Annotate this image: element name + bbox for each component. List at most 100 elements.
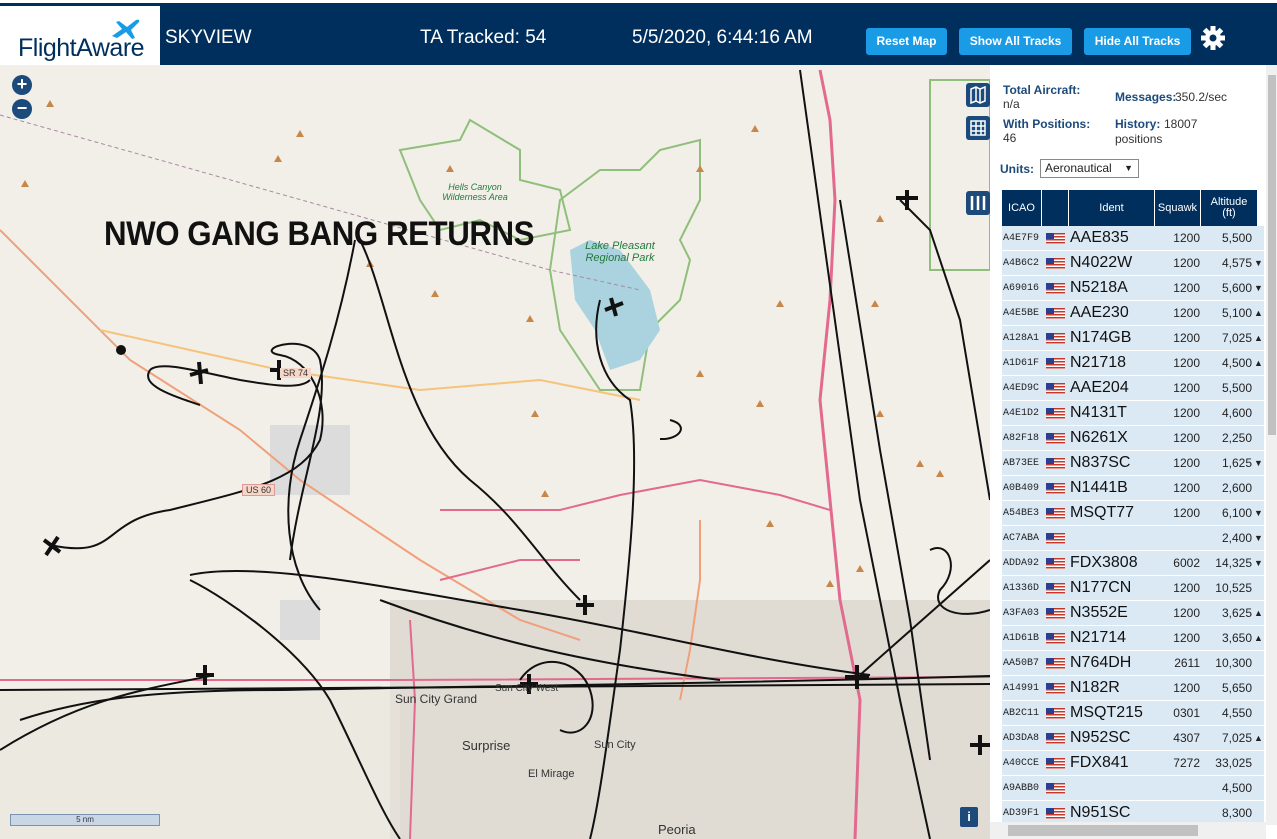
row-flag: [1042, 607, 1070, 619]
row-ident: N5218A: [1070, 279, 1128, 296]
reset-map-button[interactable]: Reset Map: [866, 28, 947, 55]
table-row[interactable]: A54BE3 MSQT77 1200 6,100 ▼: [1002, 501, 1264, 526]
table-row[interactable]: A1336D N177CN 1200 10,525: [1002, 576, 1264, 601]
table-row[interactable]: A9ABB0 4,500: [1002, 776, 1264, 801]
units-label: Units:: [1000, 162, 1034, 176]
row-altitude: 2,600: [1221, 481, 1252, 495]
row-ident: N4022W: [1070, 254, 1133, 271]
table-row[interactable]: A4E5BE AAE230 1200 5,100 ▲: [1002, 301, 1264, 326]
row-icao: AD39F1: [1003, 807, 1040, 819]
row-flag: [1042, 557, 1070, 569]
map-label-sr74: SR 74: [280, 368, 312, 378]
table-row[interactable]: AA50B7 N764DH 2611 10,300: [1002, 651, 1264, 676]
row-flag: [1042, 407, 1070, 419]
row-flag: [1042, 332, 1070, 344]
col-squawk[interactable]: Squawk: [1155, 190, 1201, 226]
columns-toggle-button[interactable]: [966, 191, 990, 215]
row-squawk: 1200: [1173, 581, 1200, 595]
grid-icon: [970, 120, 986, 136]
row-altitude: 5,600: [1221, 281, 1252, 295]
panel-vertical-scroll-thumb[interactable]: [1268, 75, 1276, 435]
table-row[interactable]: AB2C11 MSQT215 0301 4,550: [1002, 701, 1264, 726]
history-value: 18007 positions: [1115, 117, 1198, 146]
row-icao: AA50B7: [1003, 657, 1040, 669]
row-icao: A54BE3: [1003, 507, 1040, 519]
row-climb-indicator: ▲: [1254, 333, 1263, 343]
row-altitude: 6,100: [1221, 506, 1252, 520]
table-row[interactable]: AD3DA8 N952SC 4307 7,025 ▲: [1002, 726, 1264, 751]
row-icao: A1336D: [1003, 582, 1040, 594]
table-row[interactable]: A4ED9C AAE204 1200 5,500: [1002, 376, 1264, 401]
table-row[interactable]: AB73EE N837SC 1200 1,625 ▼: [1002, 451, 1264, 476]
table-row[interactable]: A3FA03 N3552E 1200 3,625 ▲: [1002, 601, 1264, 626]
row-altitude: 3,650: [1221, 631, 1252, 645]
table-row[interactable]: A82F18 N6261X 1200 2,250: [1002, 426, 1264, 451]
us-flag-icon: [1046, 382, 1065, 394]
col-icao[interactable]: ICAO: [1002, 190, 1042, 226]
row-altitude: 10,525: [1215, 581, 1252, 595]
row-squawk: 0301: [1173, 706, 1200, 720]
flight-map[interactable]: NWO GANG BANG RETURNS + − Hells Canyon W…: [0, 65, 990, 839]
table-row[interactable]: A1D61B N21714 1200 3,650 ▲: [1002, 626, 1264, 651]
col-ident[interactable]: Ident: [1069, 190, 1155, 226]
table-row[interactable]: ADDA92 FDX3808 6002 14,325 ▼: [1002, 551, 1264, 576]
us-flag-icon: [1046, 282, 1065, 294]
row-icao: A14991: [1003, 682, 1040, 694]
flightaware-logo[interactable]: FlightAware: [0, 6, 160, 68]
gear-icon[interactable]: [1200, 25, 1226, 51]
row-altitude: 2,250: [1221, 431, 1252, 445]
table-row[interactable]: A14991 N182R 1200 5,650: [1002, 676, 1264, 701]
map-layers-button[interactable]: [966, 83, 990, 107]
us-flag-icon: [1046, 507, 1065, 519]
skyview-app: FlightAware SKYVIEW TA Tracked: 54 5/5/2…: [0, 0, 1277, 839]
zoom-out-button[interactable]: −: [12, 99, 32, 119]
us-flag-icon: [1046, 482, 1065, 494]
row-climb-indicator: ▼: [1254, 283, 1263, 293]
row-flag: [1042, 707, 1070, 719]
table-row[interactable]: A128A1 N174GB 1200 7,025 ▲: [1002, 326, 1264, 351]
table-row[interactable]: A1D61F N21718 1200 4,500 ▲: [1002, 351, 1264, 376]
row-altitude: 5,650: [1221, 681, 1252, 695]
row-squawk: 1200: [1173, 681, 1200, 695]
row-altitude: 7,025: [1221, 731, 1252, 745]
row-climb-indicator: ▲: [1254, 608, 1263, 618]
row-ident: N3552E: [1070, 604, 1128, 621]
row-altitude: 33,025: [1215, 756, 1252, 770]
grid-toggle-button[interactable]: [966, 116, 990, 140]
row-ident: N951SC: [1070, 804, 1131, 821]
table-row[interactable]: A4B6C2 N4022W 1200 4,575 ▼: [1002, 251, 1264, 276]
row-icao: A1D61B: [1003, 632, 1040, 644]
table-row[interactable]: AC7ABA 2,400 ▼: [1002, 526, 1264, 551]
show-all-tracks-button[interactable]: Show All Tracks: [959, 28, 1072, 55]
col-altitude[interactable]: Altitude (ft): [1201, 190, 1258, 226]
row-flag: [1042, 732, 1070, 744]
zoom-in-button[interactable]: +: [12, 75, 32, 95]
table-row[interactable]: A4E1D2 N4131T 1200 4,600: [1002, 401, 1264, 426]
row-ident: MSQT215: [1070, 704, 1143, 721]
row-ident: AAE204: [1070, 379, 1129, 396]
us-flag-icon: [1046, 757, 1065, 769]
table-row[interactable]: A40CCE FDX841 7272 33,025: [1002, 751, 1264, 776]
top-header: FlightAware SKYVIEW TA Tracked: 54 5/5/2…: [0, 0, 1277, 68]
map-label-sun-city: Sun City: [594, 739, 636, 751]
hide-all-tracks-button[interactable]: Hide All Tracks: [1084, 28, 1191, 55]
us-flag-icon: [1046, 707, 1065, 719]
aircraft-table-body: A4E7F9 AAE835 1200 5,500 A4B6C2 N4022W 1200 4,5…: [1002, 226, 1264, 826]
app-title: SKYVIEW: [165, 27, 252, 48]
total-aircraft-label: Total Aircraft:: [1003, 83, 1081, 97]
row-ident: N174GB: [1070, 329, 1132, 346]
col-flag[interactable]: [1042, 190, 1069, 226]
row-ident: N764DH: [1070, 654, 1132, 671]
table-row[interactable]: A0B409 N1441B 1200 2,600: [1002, 476, 1264, 501]
table-row[interactable]: A69016 N5218A 1200 5,600 ▼: [1002, 276, 1264, 301]
row-squawk: 1200: [1173, 631, 1200, 645]
panel-horizontal-scroll-thumb[interactable]: [1008, 825, 1198, 836]
row-squawk: 1200: [1173, 481, 1200, 495]
map-label-sun-city-grand: Sun City Grand: [395, 692, 478, 706]
table-row[interactable]: A4E7F9 AAE835 1200 5,500: [1002, 226, 1264, 251]
aircraft-table-header: ICAO Ident Squawk Altitude (ft): [1002, 190, 1258, 226]
row-climb-indicator: ▼: [1254, 558, 1263, 568]
us-flag-icon: [1046, 432, 1065, 444]
map-info-button[interactable]: i: [960, 807, 978, 827]
units-select[interactable]: Aeronautical ▼: [1040, 159, 1139, 178]
